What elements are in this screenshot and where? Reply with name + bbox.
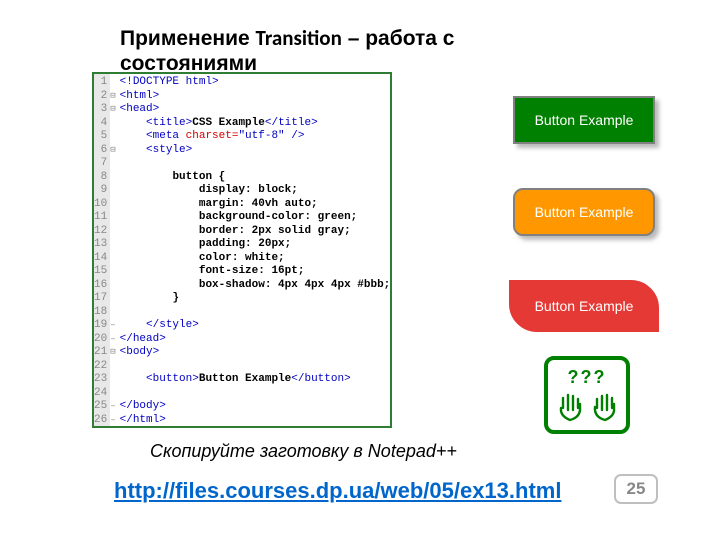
question-marks: ???: [568, 367, 607, 388]
page-number: 25: [614, 474, 658, 504]
hand-left-icon: [556, 390, 586, 424]
heading-transition: Transition: [256, 25, 342, 51]
button-example-green[interactable]: Button Example: [513, 96, 656, 144]
code-content: <!DOCTYPE html><html><head> <title>CSS E…: [116, 74, 391, 426]
code-editor: 1234567891011121314151617181920212223242…: [92, 72, 392, 428]
exercise-link[interactable]: http://files.courses.dp.ua/web/05/ex13.h…: [114, 478, 561, 504]
heading-text-1: Применение: [120, 27, 256, 50]
button-example-orange[interactable]: Button Example: [513, 188, 656, 236]
button-examples-column: Button Example Button Example Button Exa…: [504, 96, 664, 332]
slide-heading: Применение Transition – работа с состоян…: [120, 26, 540, 76]
instruction-text: Скопируйте заготовку в Notepad++: [150, 442, 510, 462]
hands-exercise-icon: ???: [544, 356, 630, 434]
button-example-red[interactable]: Button Example: [509, 280, 660, 332]
hand-right-icon: [589, 390, 619, 424]
line-number-gutter: 1234567891011121314151617181920212223242…: [94, 74, 110, 426]
hands-row: [556, 390, 619, 424]
